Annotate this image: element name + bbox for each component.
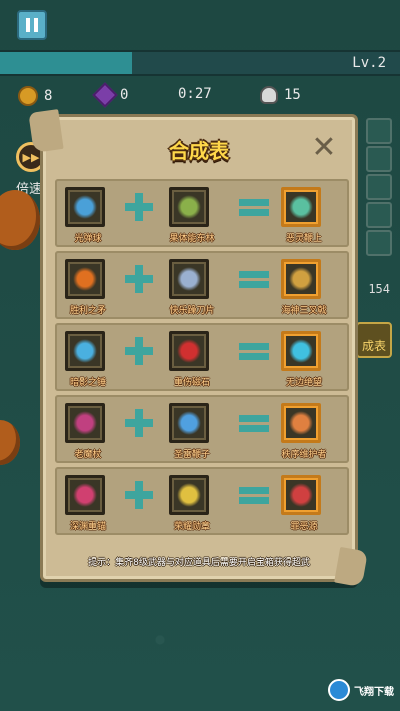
trident-icon — [289, 267, 313, 291]
weapon-slot[interactable] — [65, 331, 105, 371]
plus-icon — [125, 337, 153, 365]
result-name: 无边绝望 — [285, 378, 322, 388]
result-name: 海神三叉戟 — [281, 306, 327, 316]
weapon-name: 光弹球 — [74, 234, 102, 244]
item-name: 荣耀勋章 — [173, 522, 210, 532]
weapon-slot[interactable] — [65, 259, 105, 299]
tree-decoration — [0, 190, 40, 250]
watermark: 飞翔下载 — [328, 677, 394, 703]
blade-icon — [177, 267, 201, 291]
item-slot[interactable] — [169, 331, 209, 371]
side-count: 154 — [368, 282, 390, 296]
result-slot[interactable] — [281, 187, 321, 227]
lightning-icon — [177, 411, 201, 435]
result-name: 罪恶源 — [290, 522, 318, 532]
skull-icon — [260, 86, 278, 104]
weapon-name: 深渊重锚 — [69, 522, 106, 532]
hammer-icon — [73, 339, 97, 363]
result-slot[interactable] — [281, 475, 321, 515]
item-name: 圣雷鞭子 — [173, 450, 210, 460]
hint-text: 提示：集齐8级武器与对应道具后需要开启宝箱获得超武 — [88, 558, 310, 568]
despair-icon — [289, 339, 313, 363]
panel-title: 合成表 — [169, 139, 229, 163]
item-name: 重伤磁石 — [173, 378, 210, 388]
staff-icon — [73, 411, 97, 435]
weapon-slot — [366, 202, 392, 228]
result-name: 秩序维护者 — [281, 450, 327, 460]
close-button[interactable]: ✕ — [311, 133, 337, 163]
weapon-slot[interactable] — [65, 187, 105, 227]
weapon-name: 暗影之锤 — [69, 378, 106, 388]
anchor-icon — [73, 483, 97, 507]
coin-icon — [18, 86, 38, 106]
weapon-name: 胜利之矛 — [69, 306, 106, 316]
equals-icon — [239, 481, 269, 509]
tree-decoration — [0, 420, 20, 465]
item-slot[interactable] — [169, 475, 209, 515]
timer: 0:27 — [178, 86, 212, 102]
leaf-creature-icon — [177, 195, 201, 219]
synthesis-panel: 合成表 ✕ 光弹球 果体能东林 恶灵鞭上胜利之矛 快乐躁刀片 海神三叉戟暗影之锤 重伤磁石… — [40, 114, 358, 582]
weapon-slot[interactable] — [65, 403, 105, 443]
recipe-row: 暗影之锤 重伤磁石 无边绝望 — [55, 323, 349, 391]
equals-icon — [239, 193, 269, 221]
plus-icon — [125, 265, 153, 293]
item-slot[interactable] — [169, 403, 209, 443]
synthesis-table-button[interactable]: 成表 — [356, 322, 392, 358]
plus-icon — [125, 409, 153, 437]
recipe-list: 光弹球 果体能东林 恶灵鞭上胜利之矛 快乐躁刀片 海神三叉戟暗影之锤 重伤磁石 无边绝望老魔… — [55, 179, 349, 539]
synthesis-table-button-label: 成表 — [361, 339, 386, 353]
weapon-name: 老魔杖 — [74, 450, 102, 460]
equals-icon — [239, 265, 269, 293]
level-label: Lv.2 — [352, 55, 386, 71]
result-slot[interactable] — [281, 259, 321, 299]
xp-bar: Lv.2 — [0, 50, 400, 76]
medal-icon — [177, 483, 201, 507]
item-name: 快乐躁刀片 — [169, 306, 215, 316]
kill-count: 15 — [284, 87, 301, 103]
recipe-row: 胜利之矛 快乐躁刀片 海神三叉戟 — [55, 251, 349, 319]
result-name: 恶灵鞭上 — [285, 234, 322, 244]
item-name: 果体能东林 — [169, 234, 215, 244]
weapon-slot — [366, 230, 392, 256]
weapon-slot — [366, 174, 392, 200]
coin-counter: 8 — [18, 86, 52, 106]
recipe-row: 深渊重锚 荣耀勋章 罪恶源 — [55, 467, 349, 535]
item-slot[interactable] — [169, 187, 209, 227]
weapon-slot[interactable] — [65, 475, 105, 515]
result-slot[interactable] — [281, 331, 321, 371]
spirit-icon — [289, 195, 313, 219]
equals-icon — [239, 337, 269, 365]
kill-counter: 15 — [260, 86, 301, 104]
gem-icon — [92, 82, 118, 108]
watermark-logo-icon — [328, 679, 350, 701]
item-slot[interactable] — [169, 259, 209, 299]
guardian-icon — [289, 411, 313, 435]
watermark-text: 飞翔下载 — [354, 686, 394, 698]
spear-icon — [73, 267, 97, 291]
xp-bar-fill — [0, 52, 132, 74]
weapon-slot — [366, 118, 392, 144]
equals-icon — [239, 409, 269, 437]
wand-icon — [73, 195, 97, 219]
recipe-row: 光弹球 果体能东林 恶灵鞭上 — [55, 179, 349, 247]
sin-icon — [289, 483, 313, 507]
gem-count: 0 — [120, 87, 129, 103]
pause-button[interactable] — [17, 10, 47, 40]
plus-icon — [125, 481, 153, 509]
weapon-slot — [366, 146, 392, 172]
recipe-row: 老魔杖 圣雷鞭子 秩序维护者 — [55, 395, 349, 463]
gem-counter: 0 — [92, 82, 129, 108]
timer-value: 0:27 — [178, 86, 212, 102]
coin-count: 8 — [44, 88, 53, 104]
plus-icon — [125, 193, 153, 221]
result-slot[interactable] — [281, 403, 321, 443]
crystal-icon — [177, 339, 201, 363]
